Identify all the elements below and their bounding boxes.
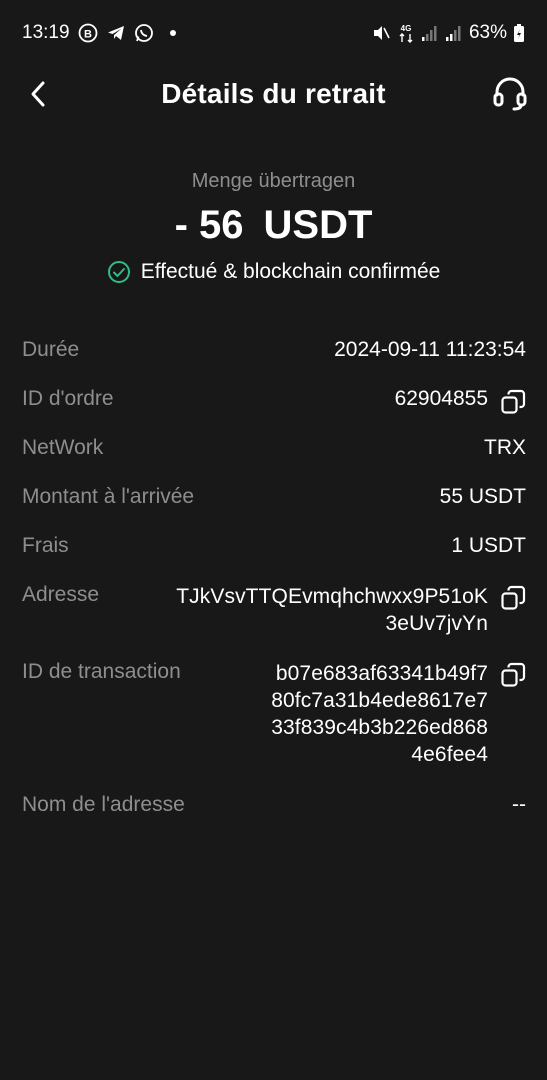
tx-label: ID de transaction — [22, 660, 181, 683]
row-fees: Frais 1 USDT — [22, 534, 526, 583]
duration-value: 2024-09-11 11:23:54 — [334, 338, 526, 361]
mute-icon — [371, 23, 391, 43]
tx-line-4: 4e6fee4 — [411, 743, 488, 766]
back-button[interactable] — [22, 78, 54, 110]
status-time: 13:19 — [22, 22, 70, 43]
status-bar: 13:19 B 4G 63% — [0, 0, 547, 66]
whatsapp-icon — [134, 23, 154, 43]
amount-label: Menge übertragen — [191, 170, 356, 192]
address-line-2: 3eUv7jvYn — [385, 612, 488, 635]
fees-value: 1 USDT — [451, 534, 526, 557]
row-network: NetWork TRX — [22, 436, 526, 485]
row-address: Adresse TJkVsvTTQEvmqhchwxx9P51oK 3eUv7j… — [22, 583, 526, 660]
arrival-value: 55 USDT — [439, 485, 526, 508]
support-button[interactable] — [491, 76, 529, 112]
order-id-value: 62904855 — [394, 387, 488, 410]
arrival-label: Montant à l'arrivée — [22, 485, 195, 508]
copy-icon[interactable] — [500, 585, 526, 611]
telegram-icon — [106, 23, 126, 43]
app-header: Détails du retrait — [0, 66, 547, 122]
amount-currency: USDT — [263, 203, 373, 247]
row-address-name: Nom de l'adresse -- — [22, 793, 526, 842]
tx-line-1: b07e683af63341b49f7 — [275, 662, 488, 685]
status-bar-right: 4G 63% — [371, 22, 525, 44]
address-label: Adresse — [22, 583, 100, 606]
battery-icon — [513, 23, 525, 43]
copy-icon[interactable] — [500, 662, 526, 688]
row-order-id: ID d'ordre 62904855 — [22, 387, 526, 436]
duration-label: Durée — [22, 338, 80, 361]
headset-icon — [493, 77, 527, 111]
address-value-wrap: TJkVsvTTQEvmqhchwxx9P51oK 3eUv7jvYn — [176, 583, 526, 637]
network-value: TRX — [484, 436, 526, 459]
address-value: TJkVsvTTQEvmqhchwxx9P51oK 3eUv7jvYn — [176, 583, 488, 637]
back-chevron-icon — [31, 81, 45, 107]
svg-text:B: B — [84, 29, 92, 41]
tx-value: b07e683af63341b49f7 80fc7a31b4ede8617e7 … — [271, 660, 488, 768]
page-title: Détails du retrait — [161, 78, 386, 109]
tx-line-2: 80fc7a31b4ede8617e7 — [271, 689, 488, 712]
transfer-amount: - 56 USDT — [0, 203, 547, 248]
b-app-icon: B — [78, 23, 98, 43]
tx-line-3: 33f839c4b3b226ed868 — [271, 716, 488, 739]
battery-percent: 63% — [468, 22, 507, 43]
status-row: Effectué & blockchain confirmée — [0, 260, 547, 284]
order-id-label: ID d'ordre — [22, 387, 114, 410]
order-id-value-wrap: 62904855 — [395, 387, 526, 415]
signal-icon-2 — [445, 24, 463, 42]
status-bar-left: 13:19 B — [22, 22, 176, 44]
svg-text:4G: 4G — [401, 24, 412, 33]
amount-value: - 56 — [174, 203, 244, 247]
address-name-label: Nom de l'adresse — [22, 793, 185, 816]
tx-value-wrap: b07e683af63341b49f7 80fc7a31b4ede8617e7 … — [271, 660, 526, 768]
status-text: Effectué & blockchain confirmée — [140, 260, 441, 283]
network-type-icon: 4G — [397, 22, 415, 44]
transfer-summary: Menge übertragen - 56 USDT Effectué & bl… — [0, 170, 547, 284]
network-label: NetWork — [22, 436, 104, 459]
signal-icon-1 — [421, 24, 439, 42]
withdrawal-details-screen: 13:19 B 4G 63% Détails du retrait Menge … — [0, 0, 547, 1080]
details-list: Durée 2024-09-11 11:23:54 ID d'ordre 629… — [22, 338, 526, 842]
address-line-1: TJkVsvTTQEvmqhchwxx9P51oK — [176, 585, 488, 608]
notification-dot-icon — [169, 30, 176, 36]
copy-icon[interactable] — [500, 389, 526, 415]
fees-label: Frais — [22, 534, 69, 557]
row-duration: Durée 2024-09-11 11:23:54 — [22, 338, 526, 387]
row-arrival-amount: Montant à l'arrivée 55 USDT — [22, 485, 526, 534]
row-transaction-id: ID de transaction b07e683af63341b49f7 80… — [22, 660, 526, 793]
check-circle-icon — [107, 261, 130, 283]
address-name-value: -- — [512, 793, 526, 816]
